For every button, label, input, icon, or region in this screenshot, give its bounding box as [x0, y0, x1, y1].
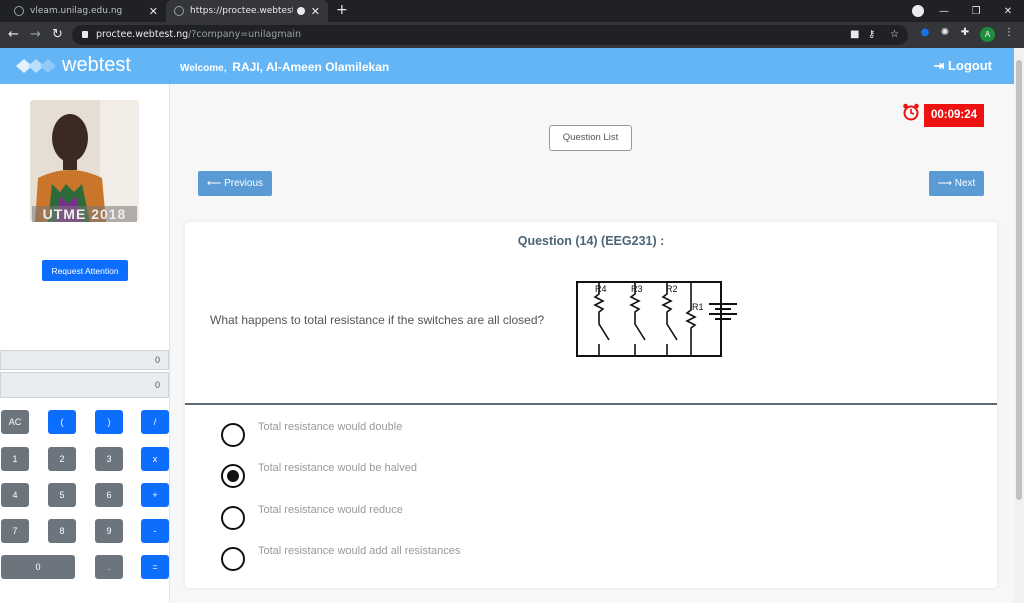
next-button[interactable]: ⟶ Next [929, 171, 984, 196]
back-icon[interactable]: ← [8, 27, 19, 42]
calc-key[interactable]: 0 [1, 555, 75, 579]
window-controls: — ❐ ✕ [928, 0, 1024, 22]
calc-key[interactable]: . [95, 555, 123, 579]
webtest-logo-icon [16, 59, 56, 73]
welcome-message: Welcome, RAJI, Al-Ameen Olamilekan [180, 60, 390, 74]
browser-tab-vleam[interactable]: vleam.unilag.edu.ng ✕ [6, 0, 166, 22]
question-divider [185, 403, 997, 405]
sidebar: UTME 2018 Request Attention 0 0 AC () / 1 2 3… [0, 84, 170, 603]
minimize-icon[interactable]: — [928, 6, 960, 17]
close-tab-icon[interactable]: ✕ [311, 5, 320, 18]
answer-label: Total resistance would reduce [258, 504, 403, 516]
calc-key[interactable]: - [141, 519, 169, 543]
page-scrollbar[interactable] [1014, 48, 1024, 603]
answer-radio[interactable] [221, 423, 245, 447]
bookmark-star-icon[interactable]: ☆ [890, 29, 899, 40]
answer-radio[interactable] [221, 506, 245, 530]
request-attention-button[interactable]: Request Attention [42, 260, 128, 281]
photo-caption: UTME 2018 [32, 206, 137, 222]
browser-tab-proctee[interactable]: https://proctee.webtest.ng/ ✕ [166, 0, 328, 22]
calc-key[interactable]: 5 [48, 483, 76, 507]
calc-key[interactable]: 9 [95, 519, 123, 543]
key-icon[interactable]: ⚷ [868, 29, 875, 40]
media-recording-icon [296, 7, 305, 15]
calc-key[interactable]: 7 [1, 519, 29, 543]
calc-key[interactable]: AC [1, 410, 29, 434]
answer-label: Total resistance would be halved [258, 462, 417, 474]
calc-key[interactable]: 1 [1, 447, 29, 471]
page-header: webtest Welcome, RAJI, Al-Ameen Olamilek… [0, 48, 1014, 84]
answer-option[interactable]: Total resistance would reduce [221, 504, 621, 532]
answer-label: Total resistance would add all resistanc… [258, 545, 461, 557]
extension-gear-icon[interactable]: ✺ [938, 27, 952, 41]
close-tab-icon[interactable]: ✕ [149, 5, 158, 18]
url-text: proctee.webtest.ng/?company=unilagmain [96, 29, 302, 40]
countdown-timer: 00:09:24 [924, 104, 984, 127]
answer-label: Total resistance would double [258, 421, 403, 433]
question-heading: Question (14) (EEG231) : [517, 234, 665, 248]
circuit-label-r2: R2 [666, 284, 678, 294]
new-tab-button[interactable]: + [336, 2, 348, 18]
answer-option[interactable]: Total resistance would add all resistanc… [221, 545, 621, 573]
calc-key[interactable]: 4 [1, 483, 29, 507]
browser-toolbar: ← → ↻ proctee.webtest.ng/?company=unilag… [0, 22, 1024, 48]
question-list-button[interactable]: Question List [549, 125, 632, 151]
logo-text: webtest [62, 54, 131, 76]
question-text: What happens to total resistance if the … [210, 313, 545, 327]
answer-option[interactable]: Total resistance would be halved [221, 462, 621, 490]
tab-search-icon[interactable] [912, 5, 924, 17]
profile-avatar[interactable]: A [980, 27, 995, 42]
circuit-label-r3: R3 [631, 284, 643, 294]
scrollbar-thumb[interactable] [1016, 60, 1022, 500]
calc-key[interactable]: 2 [48, 447, 76, 471]
reload-icon[interactable]: ↻ [52, 27, 63, 42]
calc-key[interactable]: ( [48, 410, 76, 434]
close-window-icon[interactable]: ✕ [992, 6, 1024, 17]
address-bar[interactable]: proctee.webtest.ng/?company=unilagmain ■… [72, 25, 908, 45]
calc-key[interactable]: 3 [95, 447, 123, 471]
globe-icon [14, 6, 24, 16]
logout-icon: ⇥ [933, 58, 948, 73]
calculator-expression: 0 [0, 350, 169, 370]
calc-key[interactable]: + [141, 483, 169, 507]
logout-link[interactable]: ⇥ Logout [933, 58, 992, 74]
camera-icon[interactable]: ■ [850, 29, 859, 40]
circuit-label-r4: R4 [595, 284, 607, 294]
calc-key[interactable]: = [141, 555, 169, 579]
browser-tabbar: vleam.unilag.edu.ng ✕ https://proctee.we… [0, 0, 1024, 22]
forward-icon[interactable]: → [30, 27, 41, 42]
extensions-puzzle-icon[interactable]: ✚ [958, 27, 972, 41]
user-name: RAJI, Al-Ameen Olamilekan [232, 60, 390, 74]
tab-title: vleam.unilag.edu.ng [30, 6, 123, 16]
circuit-label-r1: R1 [692, 302, 704, 312]
tab-title: https://proctee.webtest.ng/ [190, 6, 293, 16]
candidate-photo: UTME 2018 [30, 100, 139, 222]
globe-icon [174, 6, 184, 16]
question-card: Question (14) (EEG231) : What happens to… [185, 222, 997, 588]
candidate-portrait-icon [30, 100, 139, 222]
lock-icon [82, 31, 88, 38]
alarm-clock-icon [903, 103, 919, 121]
restore-icon[interactable]: ❐ [960, 6, 992, 17]
previous-button[interactable]: ⟵ Previous [198, 171, 272, 196]
extension-icon[interactable]: ● [918, 27, 932, 41]
answer-radio[interactable] [221, 464, 245, 488]
calc-key[interactable]: 8 [48, 519, 76, 543]
calc-key[interactable]: / [141, 410, 169, 434]
calc-key[interactable]: x [141, 447, 169, 471]
circuit-diagram: R4 R3 R2 R1 [576, 281, 737, 357]
calc-key[interactable]: 6 [95, 483, 123, 507]
calc-key[interactable]: ) [95, 410, 123, 434]
exam-main: 00:09:24 Question List ⟵ Previous ⟶ Next… [170, 84, 1014, 603]
calculator-result: 0 [0, 372, 169, 398]
answer-radio[interactable] [221, 547, 245, 571]
menu-kebab-icon[interactable]: ⋮ [1002, 27, 1016, 41]
answer-option[interactable]: Total resistance would double [221, 421, 621, 449]
